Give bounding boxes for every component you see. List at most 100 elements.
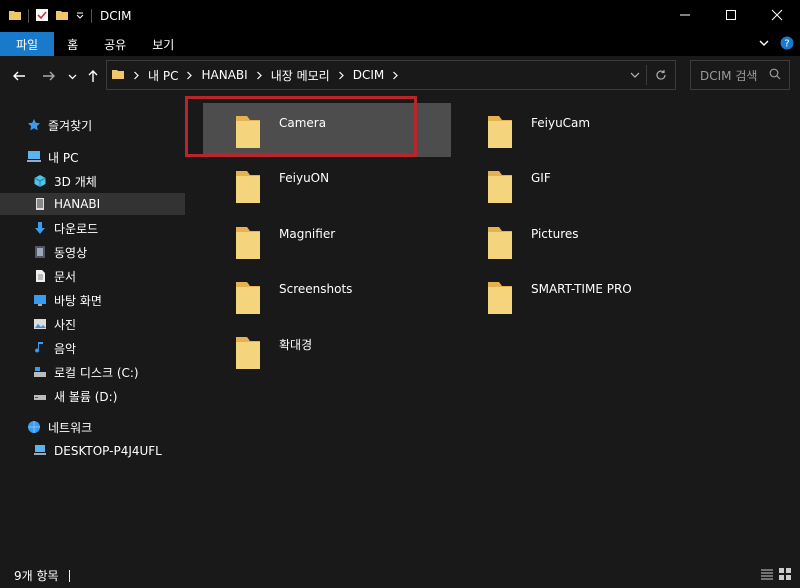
ribbon-tabs: 파일 홈 공유 보기 ?: [0, 32, 800, 56]
window-controls: [662, 0, 800, 32]
sidebar-item-3d-objects[interactable]: 3D 개체: [0, 170, 185, 192]
window-title: DCIM: [100, 9, 132, 23]
tab-file[interactable]: 파일: [0, 32, 55, 56]
folder-name: FeiyuON: [279, 171, 330, 185]
minimize-button[interactable]: [662, 0, 708, 30]
view-toggles: [760, 567, 792, 584]
sidebar-item-desktop[interactable]: 바탕 화면: [0, 289, 185, 311]
folder-name: GIF: [531, 171, 551, 185]
help-icon[interactable]: ?: [780, 36, 794, 53]
breadcrumb-item-dcim[interactable]: DCIM: [353, 68, 385, 82]
folder-name: FeiyuCam: [531, 116, 591, 130]
maximize-button[interactable]: [708, 0, 754, 30]
sidebar-item-label: 음악: [54, 341, 77, 356]
folder-item[interactable]: Camera: [203, 103, 451, 157]
sidebar-item-network[interactable]: 네트워크: [0, 416, 185, 438]
sidebar-item-pictures[interactable]: 사진: [0, 313, 185, 335]
sidebar-item-label: 사진: [54, 317, 77, 332]
chevron-right-icon[interactable]: [338, 71, 345, 80]
document-icon: [32, 268, 48, 284]
new-folder-icon[interactable]: [55, 8, 69, 25]
drive-d-icon: [32, 388, 48, 404]
file-list: Camera FeiyuCam FeiyuON GIF Magnifier Pi…: [186, 96, 800, 563]
properties-icon[interactable]: [35, 8, 49, 25]
folder-item[interactable]: Magnifier: [203, 214, 451, 268]
chevron-right-icon[interactable]: [186, 71, 193, 80]
sidebar-item-label: HANABI: [54, 197, 101, 211]
folder-item[interactable]: FeiyuCam: [455, 103, 703, 157]
quick-access-toolbar: [0, 8, 92, 25]
large-icons-view-icon[interactable]: [778, 567, 792, 584]
divider: [68, 569, 70, 582]
tab-home[interactable]: 홈: [54, 32, 91, 56]
folder-name: Screenshots: [279, 282, 353, 296]
status-bar: 9개 항목: [0, 563, 800, 588]
recent-locations-button[interactable]: [66, 66, 78, 86]
search-icon[interactable]: [769, 68, 781, 83]
address-history-button[interactable]: [624, 61, 646, 89]
sidebar-item-documents[interactable]: 문서: [0, 265, 185, 287]
ribbon-right-controls: ?: [758, 32, 794, 56]
breadcrumb-item-hanabi[interactable]: HANABI: [201, 68, 247, 82]
star-icon: [26, 117, 42, 133]
folder-icon: [8, 8, 22, 25]
folder-item[interactable]: 확대경: [203, 324, 451, 378]
breadcrumb-item-internal-memory[interactable]: 내장 메모리: [271, 67, 330, 84]
toolbar-separator: [91, 9, 92, 23]
back-button[interactable]: [10, 66, 28, 86]
details-view-icon[interactable]: [760, 567, 774, 584]
chevron-right-icon[interactable]: [133, 71, 140, 80]
tab-share[interactable]: 공유: [91, 32, 139, 56]
sidebar-item-music[interactable]: 음악: [0, 337, 185, 359]
folder-icon: [233, 110, 263, 150]
sidebar-item-label: DESKTOP-P4J4UFL: [54, 444, 162, 458]
refresh-button[interactable]: [647, 61, 675, 89]
download-icon: [32, 220, 48, 236]
phone-icon: [32, 196, 48, 212]
sidebar-item-desktop-computer[interactable]: DESKTOP-P4J4UFL: [0, 440, 185, 462]
folder-item[interactable]: GIF: [455, 158, 703, 212]
search-placeholder: DCIM 검색: [700, 68, 758, 83]
chevron-right-icon[interactable]: [392, 71, 399, 80]
sidebar-item-label: 문서: [54, 269, 77, 284]
folder-icon: [485, 110, 515, 150]
breadcrumb-item-pc[interactable]: 내 PC: [148, 67, 178, 84]
expand-ribbon-icon[interactable]: [758, 37, 770, 52]
sidebar-item-label: 다운로드: [54, 221, 99, 236]
folder-item[interactable]: Screenshots: [203, 269, 451, 323]
toolbar-separator: [28, 9, 29, 23]
folder-icon: [233, 331, 263, 371]
item-count: 9개 항목: [14, 569, 59, 583]
sidebar-item-new-volume-d[interactable]: 새 볼륨 (D:): [0, 385, 185, 407]
sidebar-item-quick-access[interactable]: 즐겨찾기: [0, 114, 185, 136]
sidebar-item-label: 동영상: [54, 245, 88, 260]
folder-item[interactable]: SMART-TIME PRO: [455, 269, 703, 323]
folder-item[interactable]: FeiyuON: [203, 158, 451, 212]
sidebar-item-label: 3D 개체: [54, 174, 97, 189]
folder-icon: [485, 165, 515, 205]
sidebar-item-local-disk-c[interactable]: 로컬 디스크 (C:): [0, 361, 185, 383]
sidebar-item-this-pc[interactable]: 내 PC: [0, 146, 185, 168]
folder-name: Camera: [279, 116, 327, 130]
up-button[interactable]: [84, 66, 102, 86]
sidebar-item-label: 로컬 디스크 (C:): [54, 365, 139, 380]
address-bar-controls: [624, 61, 675, 89]
music-icon: [32, 340, 48, 356]
tab-view[interactable]: 보기: [139, 32, 187, 56]
sidebar-item-label: 새 볼륨 (D:): [54, 389, 118, 404]
forward-button[interactable]: [40, 66, 58, 86]
customize-toolbar-icon[interactable]: [75, 9, 85, 23]
sidebar-item-label: 바탕 화면: [54, 293, 102, 308]
desktop-icon: [32, 292, 48, 308]
sidebar-item-downloads[interactable]: 다운로드: [0, 217, 185, 239]
address-bar[interactable]: 내 PC HANABI 내장 메모리 DCIM: [106, 60, 676, 90]
folder-item[interactable]: Pictures: [455, 214, 703, 268]
sidebar-item-label: 내 PC: [48, 150, 79, 165]
computer-icon: [32, 443, 48, 459]
sidebar-item-videos[interactable]: 동영상: [0, 241, 185, 263]
search-input[interactable]: DCIM 검색: [690, 60, 790, 90]
close-button[interactable]: [754, 0, 800, 30]
sidebar-item-hanabi[interactable]: HANABI: [0, 193, 185, 215]
chevron-right-icon[interactable]: [256, 71, 263, 80]
folder-icon: [233, 165, 263, 205]
